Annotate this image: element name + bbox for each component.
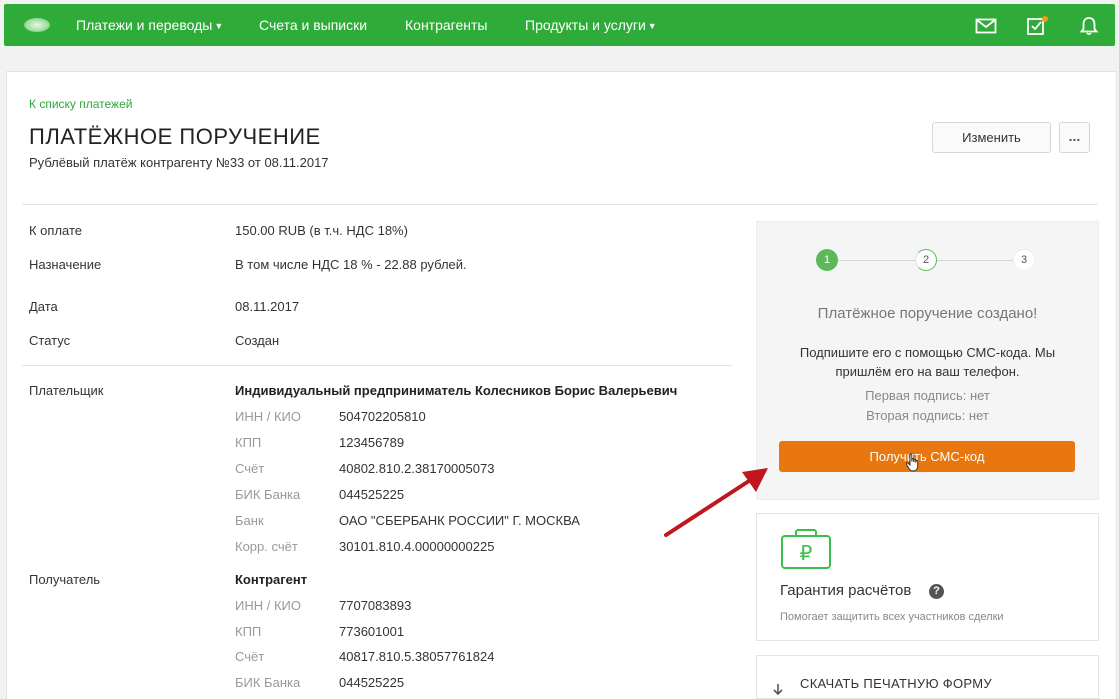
to-pay-label: К оплате [29,223,83,238]
recipient-name: Контрагент [235,572,308,587]
more-options-button[interactable]: ... [1059,122,1090,153]
recipient-bik-label: БИК Банка [235,675,301,690]
payer-label: Плательщик [29,383,104,398]
help-icon[interactable]: ? [929,584,944,599]
recipient-kpp-value: 773601001 [339,624,405,639]
tasks-icon[interactable] [1026,16,1048,36]
payer-name: Индивидуальный предприниматель Колеснико… [235,383,678,398]
guarantee-description: Помогает защитить всех участников сделки [780,611,1004,623]
recipient-inn-value: 7707083893 [339,598,412,613]
step-2: 2 [915,249,937,271]
download-print-form-label: СКАЧАТЬ ПЕЧАТНУЮ ФОРМУ [800,676,992,691]
payer-kpp-value: 123456789 [339,435,405,450]
payer-inn-label: ИНН / КИО [235,409,301,424]
divider [22,204,1098,205]
hand-cursor-icon [905,453,919,472]
mail-icon[interactable] [975,16,997,36]
step-connector [937,260,1013,261]
panel-description-line: Подпишите его с помощью СМС-кода. Мы [799,345,1056,360]
ruble-briefcase-icon: ₽ [781,529,831,569]
recipient-bik-value: 044525225 [339,675,405,690]
change-button[interactable]: Изменить [932,122,1051,153]
status-label: Статус [29,333,71,348]
recipient-label: Получатель [29,572,101,587]
nav-counterparties-label: Контрагенты [405,17,488,33]
recipient-inn-label: ИНН / КИО [235,598,301,613]
date-value: 08.11.2017 [235,299,300,314]
to-pay-value: 150.00 RUB (в т.ч. НДС 18%) [235,223,408,238]
caret-down-icon: ▼ [214,21,224,31]
purpose-value: В том числе НДС 18 % - 22.88 рублей. [235,257,467,272]
nav-payments-label: Платежи и переводы [76,17,213,33]
panel-description-line: пришлём его на ваш телефон. [835,364,1020,379]
nav-products[interactable]: Продукты и услуги ▼ [525,17,657,33]
payer-bik-label: БИК Банка [235,487,301,502]
payer-kpp-label: КПП [235,435,262,450]
payer-inn-value: 504702205810 [339,409,426,424]
top-navbar: Платежи и переводы ▼ Счета и выписки Конт… [4,4,1115,46]
payer-corr-account-value: 30101.810.4.00000000225 [339,539,495,554]
bell-icon[interactable] [1078,16,1100,36]
panel-description: Подпишите его с помощью СМС-кода. Мы при… [757,343,1098,381]
payer-bank-value: ОАО "СБЕРБАНК РОССИИ" Г. МОСКВА [339,513,580,528]
date-label: Дата [29,299,58,314]
guarantee-title: Гарантия расчётов [780,582,912,599]
back-to-payments-link[interactable]: К списку платежей [29,97,132,111]
payer-corr-account-label: Корр. счёт [235,539,298,554]
svg-text:₽: ₽ [800,541,813,565]
caret-down-icon: ▼ [647,21,657,31]
first-signature-status: Первая подпись: нет [865,388,990,403]
recipient-account-label: Счёт [235,649,265,664]
page-subtitle: Рублёвый платёж контрагенту №33 от 08.11… [29,155,329,170]
nav-accounts[interactable]: Счета и выписки [259,17,367,33]
get-sms-code-button[interactable]: Получить СМС-код [779,441,1075,472]
nav-payments[interactable]: Платежи и переводы ▼ [76,17,223,33]
step-connector [838,260,915,261]
divider [22,365,732,366]
recipient-kpp-label: КПП [235,624,262,639]
status-value: Создан [235,333,280,348]
step-1: 1 [816,249,838,271]
nav-accounts-label: Счета и выписки [259,17,368,33]
second-signature-status: Вторая подпись: нет [866,408,989,423]
purpose-label: Назначение [29,257,102,272]
download-icon [773,684,783,696]
bank-logo[interactable] [24,18,50,32]
recipient-account-value: 40817.810.5.38057761824 [339,649,495,664]
payer-bank-label: Банк [235,513,264,528]
payer-account-value: 40802.810.2.38170005073 [339,461,495,476]
step-3: 3 [1013,249,1035,271]
page-title: ПЛАТЁЖНОЕ ПОРУЧЕНИЕ [29,124,321,149]
nav-products-label: Продукты и услуги [525,17,646,33]
payer-bik-value: 044525225 [339,487,405,502]
panel-heading: Платёжное поручение создано! [817,305,1038,322]
nav-counterparties[interactable]: Контрагенты [405,17,487,33]
payer-account-label: Счёт [235,461,265,476]
